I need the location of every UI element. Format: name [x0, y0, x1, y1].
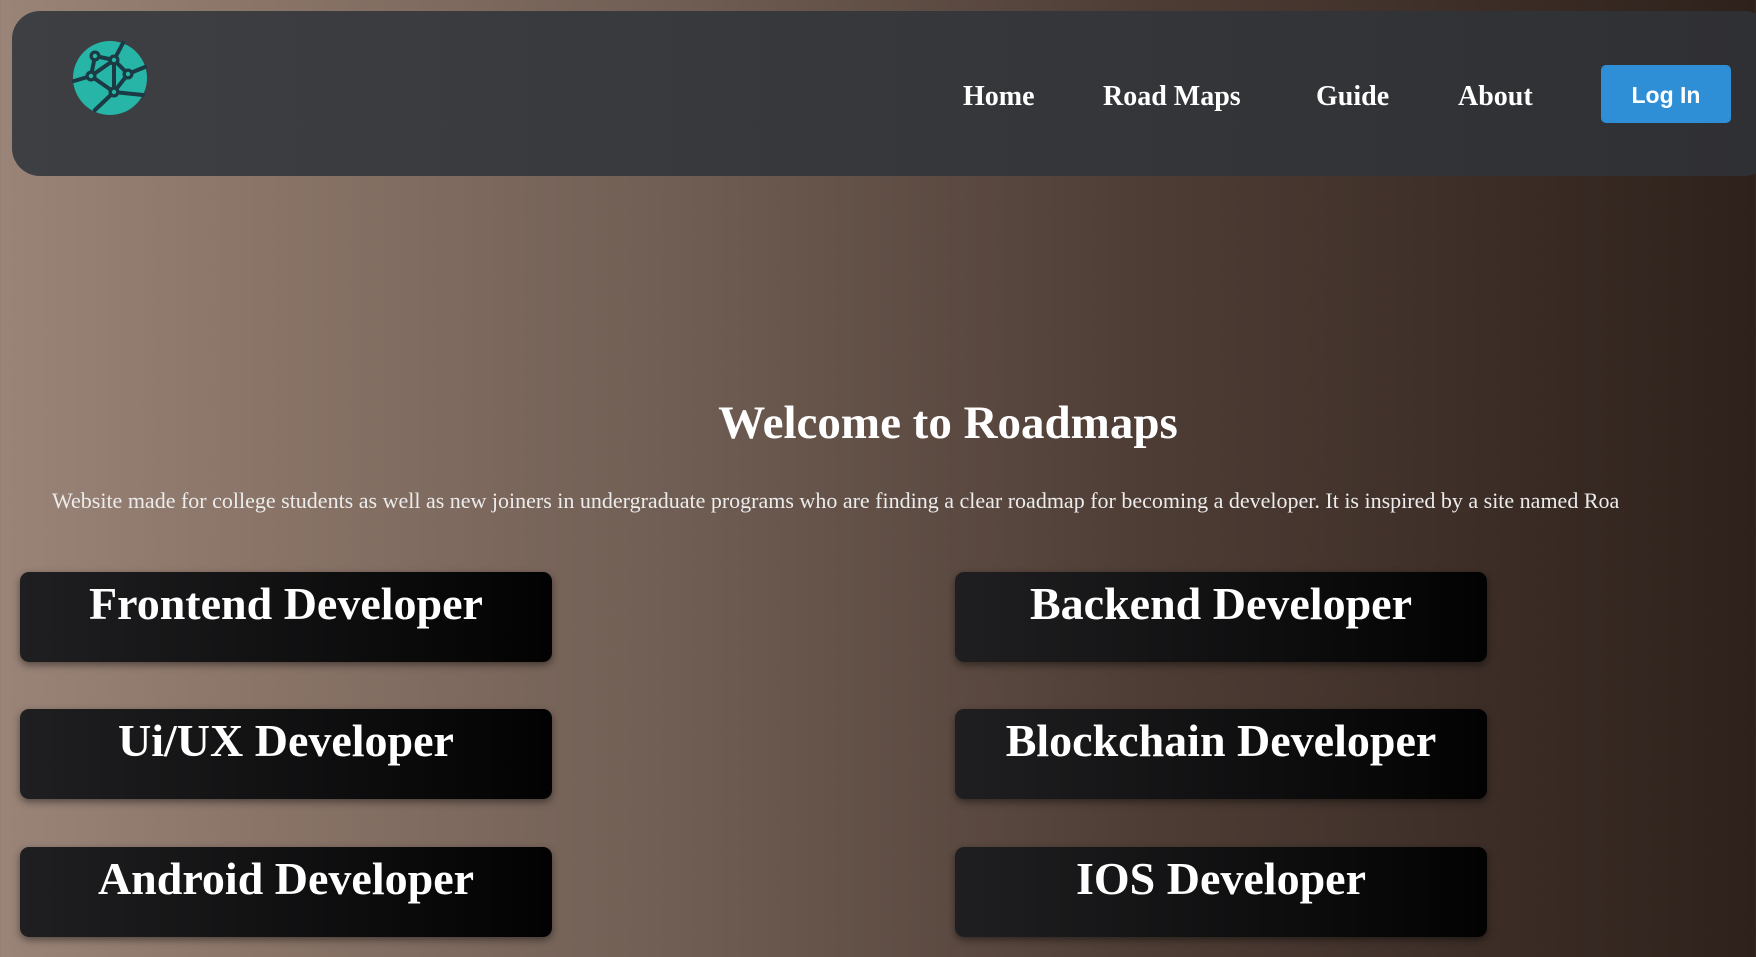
- frontend-developer-card[interactable]: Frontend Developer: [20, 572, 552, 662]
- backend-developer-card[interactable]: Backend Developer: [955, 572, 1487, 662]
- blockchain-developer-card[interactable]: Blockchain Developer: [955, 709, 1487, 799]
- card-title: Ui/UX Developer: [118, 715, 454, 766]
- nav-guide-link[interactable]: Guide: [1316, 83, 1389, 111]
- intro-description: Website made for college students as wel…: [52, 488, 1620, 513]
- login-button[interactable]: Log In: [1601, 65, 1731, 123]
- page-title: Welcome to Roadmaps: [718, 397, 1178, 449]
- card-title: Frontend Developer: [89, 578, 483, 629]
- nav-links: Home Road Maps Guide About: [12, 11, 1756, 176]
- card-title: IOS Developer: [1075, 853, 1366, 904]
- uiux-developer-card[interactable]: Ui/UX Developer: [20, 709, 552, 799]
- nav-about-link[interactable]: About: [1458, 83, 1533, 111]
- android-developer-card[interactable]: Android Developer: [20, 847, 552, 937]
- card-title: Blockchain Developer: [1005, 715, 1437, 766]
- card-title: Android Developer: [97, 853, 475, 904]
- nav-home-link[interactable]: Home: [963, 83, 1035, 111]
- navbar: Home Road Maps Guide About Log In: [12, 11, 1756, 176]
- ios-developer-card[interactable]: IOS Developer: [955, 847, 1487, 937]
- nav-road-maps-link[interactable]: Road Maps: [1103, 83, 1241, 111]
- card-title: Backend Developer: [1029, 578, 1412, 629]
